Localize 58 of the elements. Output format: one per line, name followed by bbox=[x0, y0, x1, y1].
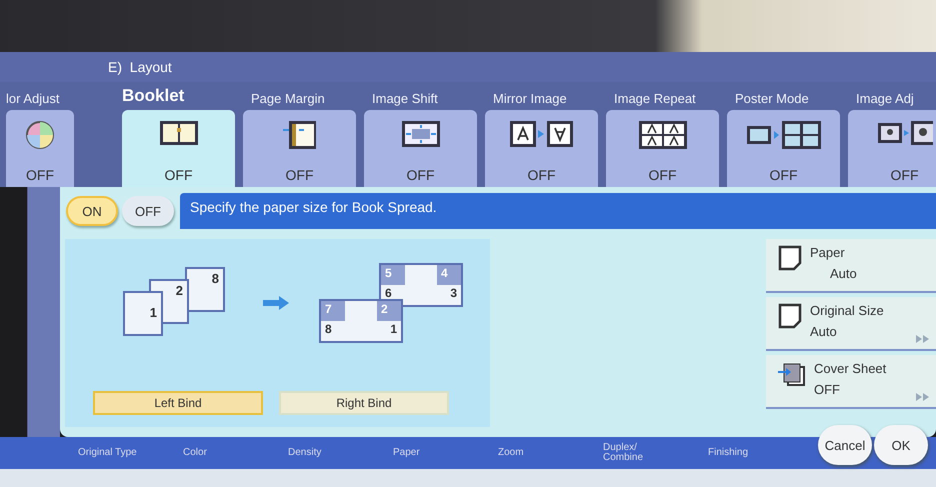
instruction-message: Specify the paper size for Book Spread. bbox=[180, 193, 936, 229]
mirror-image-icon bbox=[508, 120, 574, 148]
setting-button[interactable]: Cover Sheet OFF bbox=[766, 355, 936, 409]
tab-label: Image Adj bbox=[855, 90, 915, 108]
image-adjust-icon bbox=[876, 120, 932, 146]
tab-label: Page Margin bbox=[250, 90, 326, 108]
function-label: Color bbox=[183, 448, 208, 458]
function-tab[interactable]: OFF bbox=[606, 110, 719, 187]
tab-label: Image Repeat bbox=[613, 90, 697, 108]
paper-icon bbox=[778, 245, 802, 271]
color-wheel-icon bbox=[25, 120, 55, 150]
tab-label: lor Adjust bbox=[6, 90, 60, 108]
function-label: Duplex/ Combine bbox=[603, 443, 644, 463]
function-tab[interactable]: OFF bbox=[485, 110, 598, 187]
function-label: Finishing bbox=[708, 448, 750, 458]
page-margin-icon bbox=[282, 120, 316, 150]
function-tab[interactable]: OFF bbox=[122, 110, 235, 187]
page-number: 2 bbox=[377, 301, 401, 321]
toggle-button[interactable]: OFF bbox=[122, 196, 174, 226]
toggle-button[interactable]: ON bbox=[66, 196, 118, 226]
function-label: Paper bbox=[393, 448, 421, 458]
double-chevron-icon bbox=[916, 393, 930, 401]
function-label: Original Type bbox=[78, 448, 138, 458]
function-tab[interactable]: OFF bbox=[848, 110, 936, 187]
tab-label: Poster Mode bbox=[734, 90, 810, 108]
dialog-button[interactable]: Cancel bbox=[818, 425, 872, 465]
page-number: 7 bbox=[321, 301, 345, 321]
function-tab[interactable]: OFF bbox=[6, 110, 74, 187]
function-tab[interactable]: OFF bbox=[727, 110, 840, 187]
setting-button[interactable]: Original Size Auto bbox=[766, 297, 936, 351]
paper-icon bbox=[778, 303, 802, 329]
page-number: 5 bbox=[381, 265, 405, 285]
page-number: 4 bbox=[437, 265, 461, 285]
double-chevron-icon bbox=[916, 335, 930, 343]
function-tab[interactable]: OFF bbox=[243, 110, 356, 187]
category-title: E) Layout bbox=[108, 59, 172, 75]
page-sheet: 8 bbox=[185, 267, 225, 312]
function-label: Density bbox=[288, 448, 322, 458]
function-label: Zoom bbox=[498, 448, 525, 458]
page-number: 6 bbox=[384, 285, 393, 302]
poster-mode-icon bbox=[746, 120, 822, 150]
page-number: 1 bbox=[389, 321, 398, 338]
dialog-button[interactable]: OK bbox=[874, 425, 928, 465]
image-shift-icon bbox=[400, 120, 440, 148]
bind-option-button[interactable]: Left Bind bbox=[93, 391, 263, 415]
page-number: 8 bbox=[324, 321, 333, 338]
tab-label: Image Shift bbox=[371, 90, 439, 108]
cover-sheet-icon bbox=[778, 361, 806, 387]
tab-label: Mirror Image bbox=[492, 90, 568, 108]
function-tab[interactable]: OFF bbox=[364, 110, 477, 187]
page-sheet: 1 bbox=[123, 291, 163, 336]
tab-label: Booklet bbox=[122, 85, 186, 107]
open-book-icon bbox=[158, 120, 198, 146]
arrow-icon bbox=[263, 296, 289, 310]
page-number: 3 bbox=[449, 285, 458, 302]
image-repeat-icon bbox=[638, 120, 688, 150]
setting-button[interactable]: Paper Auto bbox=[766, 239, 936, 293]
bind-option-button[interactable]: Right Bind bbox=[279, 391, 449, 415]
